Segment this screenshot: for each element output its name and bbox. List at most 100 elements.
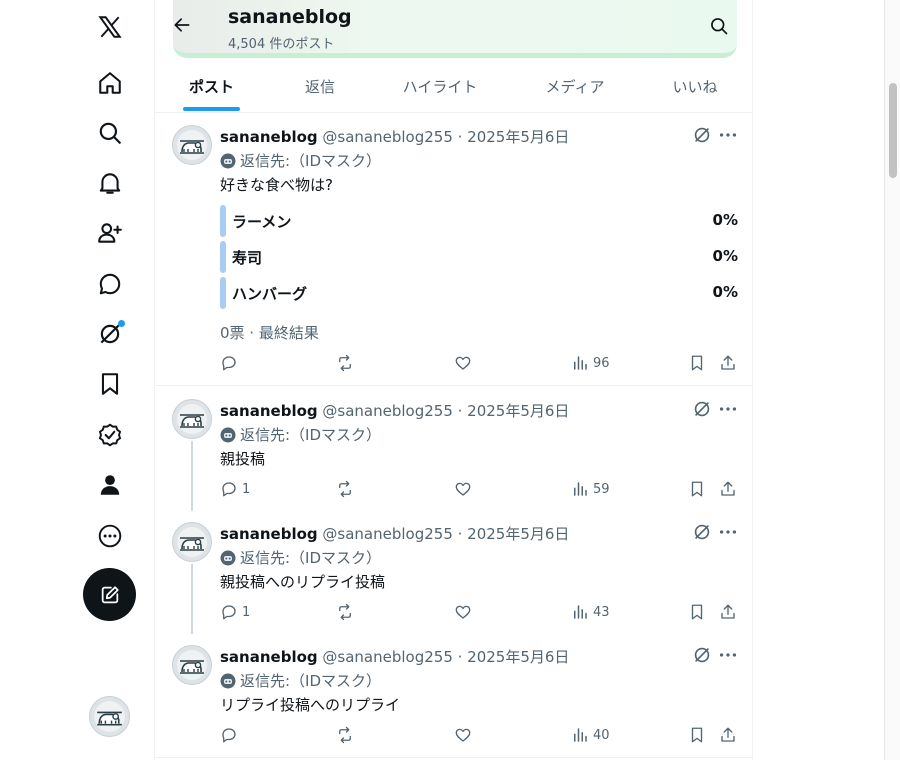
grok-icon[interactable] [691, 521, 713, 543]
scrollbar-thumb[interactable] [889, 83, 897, 178]
reply-button[interactable]: 1 [220, 601, 250, 623]
tab-highlights[interactable]: ハイライト [385, 60, 495, 112]
more-options-icon[interactable] [717, 124, 739, 146]
post-item[interactable]: sananeblog @sananeblog255 · 2025年5月6日 返信… [155, 113, 752, 386]
share-button[interactable] [719, 352, 737, 374]
views-button[interactable]: 40 [571, 724, 610, 746]
messages-icon[interactable] [85, 259, 135, 309]
reply-icon [220, 480, 238, 498]
post-text: 好きな食べ物は? [220, 176, 333, 194]
bookmarks-icon[interactable] [85, 359, 135, 409]
share-button[interactable] [719, 724, 737, 746]
author-name[interactable]: sananeblog [220, 402, 318, 420]
author-avatar[interactable] [172, 522, 212, 562]
back-button[interactable] [169, 12, 195, 38]
share-button[interactable] [719, 601, 737, 623]
poll-bar [220, 205, 226, 237]
search-posts-button[interactable] [707, 14, 731, 38]
reply-button[interactable] [220, 352, 242, 374]
reply-icon [220, 603, 238, 621]
arrow-left-icon [174, 18, 190, 32]
views-button[interactable]: 96 [571, 352, 610, 374]
repost-button[interactable] [336, 601, 354, 623]
profile-timeline: sananeblog 4,504 件のポスト ポスト 返信 ハイライト メディア… [154, 0, 753, 760]
repost-button[interactable] [336, 478, 354, 500]
profile-tabs: ポスト 返信 ハイライト メディア いいね [155, 60, 752, 113]
reply-to-label: 返信先:（IDマスク） [240, 426, 382, 444]
author-name[interactable]: sananeblog [220, 128, 318, 146]
robot-icon [220, 427, 236, 443]
reply-to-line: 返信先:（IDマスク） [220, 424, 381, 445]
tab-likes[interactable]: いいね [660, 60, 730, 112]
grok-icon[interactable] [85, 309, 135, 359]
post-actions: 1 59 [220, 478, 740, 500]
more-icon[interactable] [85, 511, 135, 561]
author-handle-date[interactable]: @sananeblog255 · 2025年5月6日 [322, 648, 569, 666]
post-item[interactable]: sananeblog @sananeblog255 · 2025年5月6日 返信… [155, 633, 752, 758]
bookmark-button[interactable] [688, 724, 706, 746]
notification-dot [118, 320, 125, 327]
notifications-icon[interactable] [85, 158, 135, 208]
poll-bar [220, 241, 226, 273]
reply-button[interactable]: 1 [220, 478, 250, 500]
poll-option: ハンバーグ 0% [220, 277, 738, 309]
post-header: sananeblog @sananeblog255 · 2025年5月6日 [220, 523, 569, 544]
tab-posts[interactable]: ポスト [170, 60, 253, 112]
share-button[interactable] [719, 478, 737, 500]
page-scrollbar[interactable] [884, 0, 900, 760]
repost-button[interactable] [336, 352, 354, 374]
post-item[interactable]: sananeblog @sananeblog255 · 2025年5月6日 返信… [155, 510, 753, 634]
follow-icon[interactable] [85, 208, 135, 258]
poll-option: ラーメン 0% [220, 205, 738, 237]
bookmark-button[interactable] [688, 601, 706, 623]
profile-icon[interactable] [85, 460, 135, 510]
bookmark-icon [688, 603, 706, 621]
tab-media[interactable]: メディア [530, 60, 620, 112]
compose-post-button[interactable] [83, 568, 136, 621]
heart-icon [454, 480, 472, 498]
x-logo-icon[interactable] [85, 2, 135, 52]
views-icon [571, 603, 589, 621]
views-icon [571, 354, 589, 372]
like-button[interactable] [454, 724, 472, 746]
account-avatar[interactable] [89, 696, 130, 737]
post-text: リプライ投稿へのリプライ [220, 696, 401, 714]
post-header: sananeblog @sananeblog255 · 2025年5月6日 [220, 126, 569, 147]
author-handle-date[interactable]: @sananeblog255 · 2025年5月6日 [322, 402, 569, 420]
more-options-icon[interactable] [717, 398, 739, 420]
author-avatar[interactable] [172, 645, 212, 685]
like-button[interactable] [454, 478, 472, 500]
author-handle-date[interactable]: @sananeblog255 · 2025年5月6日 [322, 525, 569, 543]
reply-to-line: 返信先:（IDマスク） [220, 670, 381, 691]
more-options-icon[interactable] [717, 521, 739, 543]
bookmark-icon [688, 726, 706, 744]
verified-icon[interactable] [85, 410, 135, 460]
author-handle-date[interactable]: @sananeblog255 · 2025年5月6日 [322, 128, 569, 146]
more-options-icon[interactable] [717, 644, 739, 666]
grok-icon[interactable] [691, 124, 713, 146]
bookmark-button[interactable] [688, 478, 706, 500]
reply-button[interactable] [220, 724, 242, 746]
share-icon [719, 726, 737, 744]
home-icon[interactable] [85, 58, 135, 108]
post-item[interactable]: sananeblog @sananeblog255 · 2025年5月6日 返信… [155, 387, 753, 511]
search-icon[interactable] [85, 108, 135, 158]
repost-button[interactable] [336, 724, 354, 746]
poll-option-label: ラーメン [232, 213, 292, 231]
poll-option-percent: 0% [712, 211, 738, 229]
repost-icon [336, 480, 354, 498]
grok-icon[interactable] [691, 398, 713, 420]
like-button[interactable] [454, 601, 472, 623]
views-button[interactable]: 59 [571, 478, 610, 500]
views-button[interactable]: 43 [571, 601, 610, 623]
tab-replies[interactable]: 返信 [285, 60, 355, 112]
author-avatar[interactable] [172, 399, 212, 439]
author-avatar[interactable] [172, 125, 212, 165]
author-name[interactable]: sananeblog [220, 525, 318, 543]
grok-icon[interactable] [691, 644, 713, 666]
thread-line [191, 564, 193, 634]
robot-icon [220, 153, 236, 169]
bookmark-button[interactable] [688, 352, 706, 374]
like-button[interactable] [454, 352, 472, 374]
author-name[interactable]: sananeblog [220, 648, 318, 666]
